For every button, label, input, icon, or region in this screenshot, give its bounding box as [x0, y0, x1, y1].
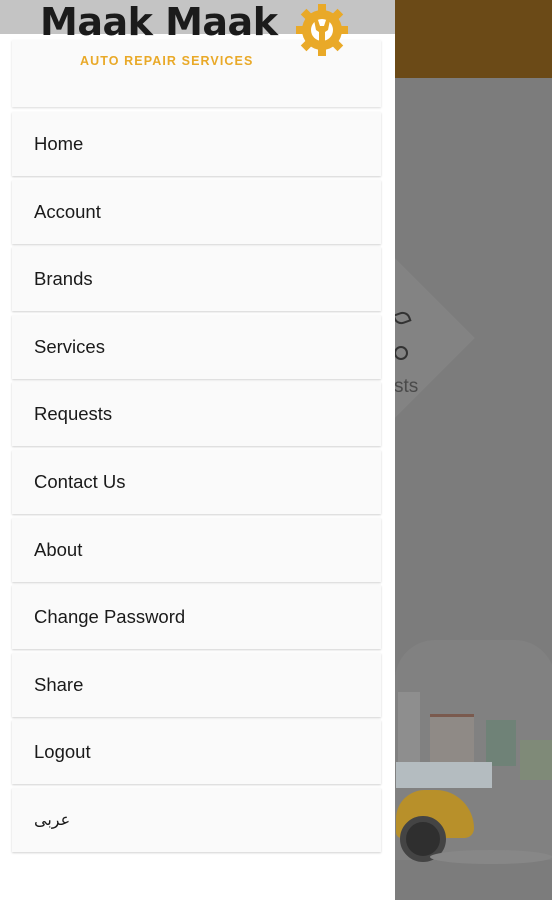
menu-item-change-password[interactable]: Change Password [12, 585, 381, 650]
gear-wrench-icon [296, 4, 348, 56]
menu-item-label: Logout [34, 741, 91, 763]
menu-item-services[interactable]: Services [12, 314, 381, 379]
illustration-building [430, 714, 474, 767]
tile-icon-2 [394, 346, 408, 360]
menu-item-share[interactable]: Share [12, 652, 381, 717]
menu-item-label: Services [34, 335, 105, 357]
menu-item-about[interactable]: About [12, 517, 381, 582]
menu-item-label: Contact Us [34, 470, 126, 492]
menu-item-label: Requests [34, 403, 113, 425]
menu-item-label: About [34, 538, 83, 560]
menu-item-language-arabic[interactable]: عربى [12, 787, 381, 852]
menu-item-label: Home [34, 133, 84, 154]
illustration-building [398, 692, 420, 762]
tile-label: sts [394, 376, 419, 397]
illustration-fence [396, 762, 492, 788]
logo-subtitle: AUTO REPAIR SERVICES [80, 54, 254, 68]
menu-item-label: Change Password [34, 606, 186, 628]
menu-item-label: عربى [34, 810, 71, 830]
menu-item-contact-us[interactable]: Contact Us [12, 449, 381, 514]
navigation-drawer: Maak Maak AUTO REPAIR SERVICES Home Acco… [0, 0, 395, 900]
illustration-ground [430, 850, 552, 864]
logo-title: Maak Maak [40, 0, 278, 44]
menu-item-brands[interactable]: Brands [12, 247, 381, 312]
menu-item-requests[interactable]: Requests [12, 382, 381, 447]
menu-item-label: Share [34, 673, 84, 695]
menu-item-account[interactable]: Account [12, 179, 381, 244]
drawer-menu: Home Account Brands Services Requests Co… [12, 112, 381, 856]
menu-item-logout[interactable]: Logout [12, 720, 381, 785]
menu-item-home[interactable]: Home [12, 112, 381, 176]
illustration-building [486, 720, 516, 766]
menu-item-label: Account [34, 200, 101, 222]
app-logo: Maak Maak AUTO REPAIR SERVICES [0, 0, 395, 80]
menu-item-label: Brands [34, 268, 93, 290]
illustration-building [520, 740, 552, 780]
